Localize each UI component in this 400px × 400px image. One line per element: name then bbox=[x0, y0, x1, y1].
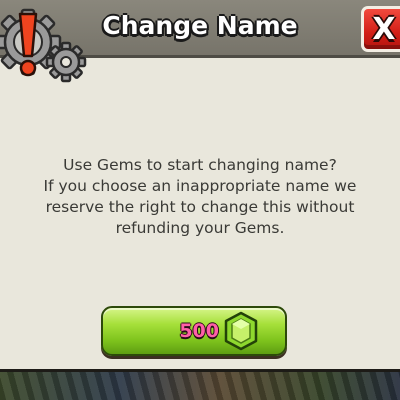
message-line: refunding your Gems. bbox=[115, 219, 285, 237]
confirm-gems-button[interactable]: 500 bbox=[101, 306, 287, 356]
change-name-dialog: Change Name X Use Gems to start changing… bbox=[0, 0, 400, 372]
gear-warning-icon bbox=[0, 8, 87, 83]
close-icon: X bbox=[372, 12, 396, 47]
gem-cost: 500 bbox=[179, 320, 219, 342]
dialog-message: Use Gems to start changing name? If you … bbox=[20, 155, 380, 239]
message-line: reserve the right to change this without bbox=[45, 198, 355, 216]
game-background bbox=[0, 372, 400, 400]
dialog-title: Change Name bbox=[102, 11, 298, 40]
close-button[interactable]: X bbox=[361, 6, 400, 52]
message-line: Use Gems to start changing name? bbox=[63, 156, 337, 174]
message-line: If you choose an inappropriate name we bbox=[43, 177, 357, 195]
gem-icon bbox=[224, 311, 258, 351]
